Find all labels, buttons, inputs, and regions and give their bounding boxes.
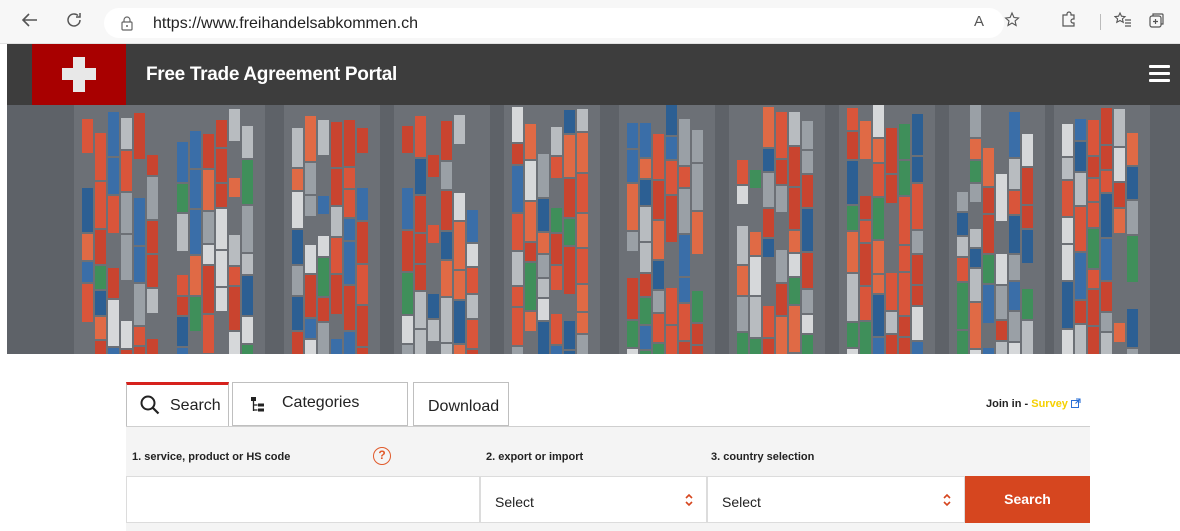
back-arrow-icon[interactable] [18, 10, 42, 34]
hero-image [7, 105, 1180, 354]
external-link-icon[interactable] [1071, 398, 1081, 408]
toolbar-separator [1100, 14, 1101, 30]
tab-download[interactable]: Download [413, 382, 509, 426]
product-search-input-box[interactable] [126, 476, 480, 523]
tab-categories[interactable]: Categories [232, 382, 408, 426]
select-arrows-icon [684, 491, 694, 509]
export-import-select[interactable]: Select [480, 476, 707, 523]
tab-search-label: Search [170, 397, 221, 414]
swiss-flag-logo[interactable] [32, 44, 126, 105]
help-icon[interactable]: ? [373, 447, 391, 465]
field2-label: 2. export or import [486, 451, 584, 463]
country-select[interactable]: Select [707, 476, 965, 523]
product-search-input[interactable] [127, 477, 479, 522]
favorite-add-icon[interactable] [1002, 11, 1024, 33]
survey-notice: Join in - Survey [986, 398, 1081, 410]
tab-search[interactable]: Search [126, 382, 229, 426]
read-aloud-label: A [973, 13, 984, 30]
reload-icon[interactable] [62, 10, 86, 34]
search-icon [139, 394, 161, 421]
url-text[interactable]: https://www.freihandelsabkommen.ch [153, 14, 418, 34]
site-title[interactable]: Free Trade Agreement Portal [146, 64, 397, 86]
search-button[interactable]: Search [965, 476, 1090, 523]
field1-label: 1. service, product or HS code [132, 451, 291, 463]
survey-prefix: Join in - [986, 398, 1032, 410]
export-import-value: Select [495, 494, 534, 510]
survey-link[interactable]: Survey [1031, 398, 1068, 410]
favorites-icon[interactable] [1112, 11, 1134, 33]
extensions-icon[interactable] [1057, 11, 1079, 33]
tree-icon [249, 395, 269, 420]
select-arrows-icon [942, 491, 952, 509]
hamburger-menu-icon[interactable] [1149, 65, 1170, 82]
read-aloud-icon[interactable]: A [968, 11, 990, 33]
tab-download-label: Download [428, 398, 500, 415]
field3-label: 3. country selection [711, 451, 815, 463]
address-bar[interactable]: https://www.freihandelsabkommen.ch [104, 8, 1004, 38]
lock-icon[interactable] [120, 15, 134, 31]
country-value: Select [722, 494, 761, 510]
site-header: Free Trade Agreement Portal [7, 44, 1180, 105]
browser-toolbar: https://www.freihandelsabkommen.ch A [0, 0, 1180, 44]
collections-icon[interactable] [1145, 11, 1167, 33]
tab-categories-label: Categories [282, 394, 360, 411]
